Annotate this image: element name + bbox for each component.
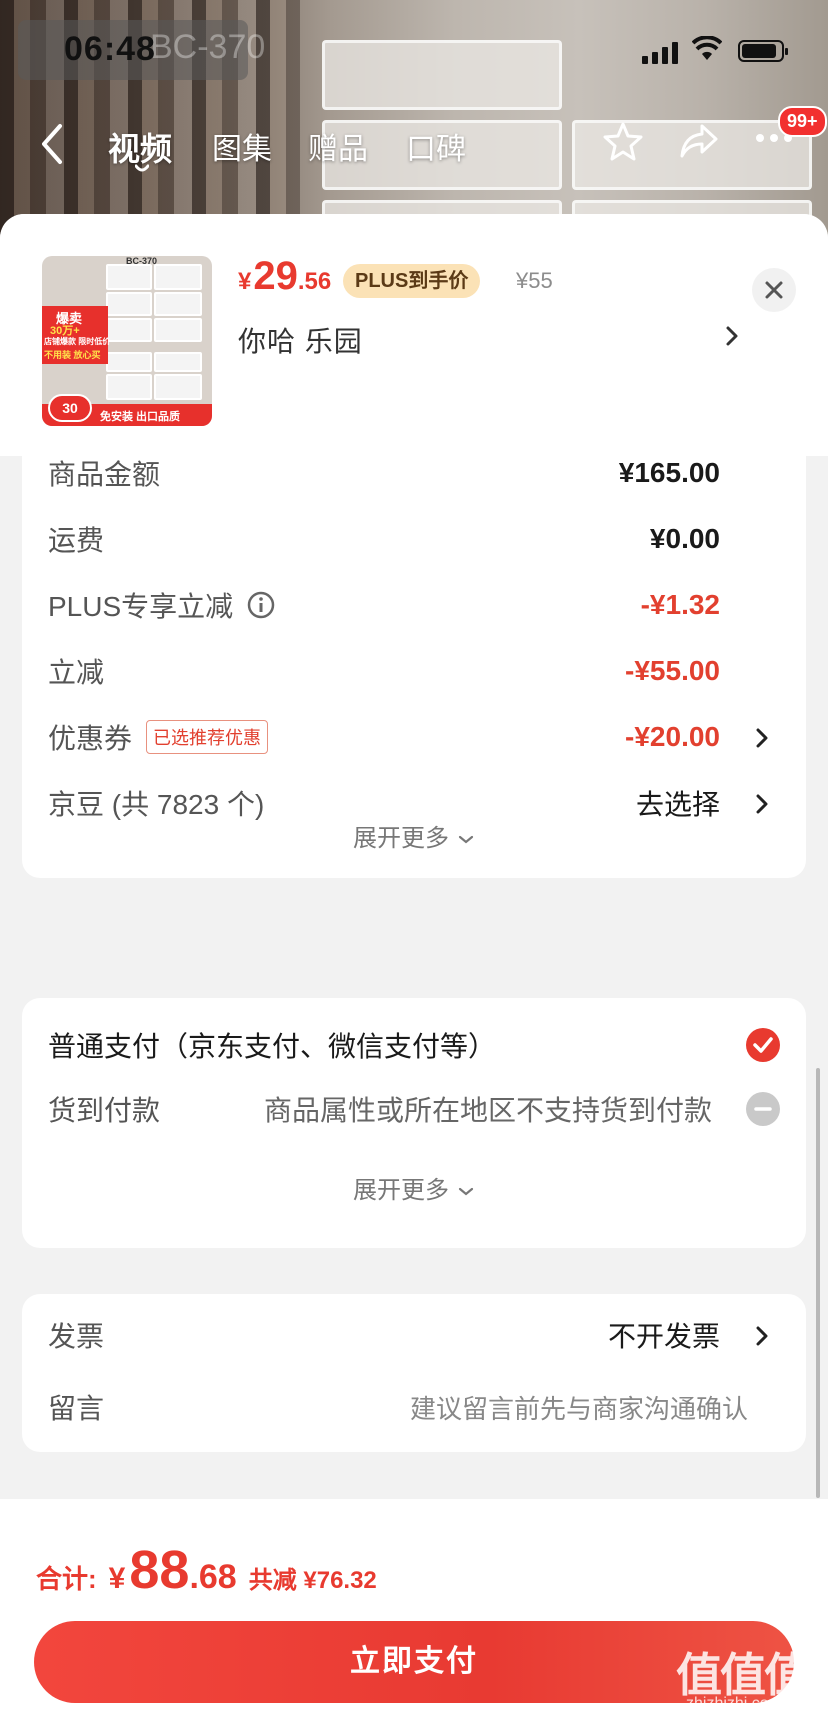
disabled-icon	[746, 1092, 780, 1126]
chevron-down-icon	[458, 835, 474, 844]
fee-row: 商品金额 ¥165.00	[48, 457, 720, 490]
message-input[interactable]: 建议留言前先与商家沟通确认	[410, 1389, 748, 1426]
total-savings: 共减 ¥76.32	[248, 1567, 377, 1594]
tab-gifts[interactable]: 赠品	[308, 124, 368, 168]
star-icon[interactable]	[602, 120, 644, 162]
fee-row: 立减 -¥55.00	[48, 655, 720, 688]
expand-more-button[interactable]: 展开更多	[22, 818, 806, 853]
ghost-text: BC-370	[150, 28, 266, 66]
cod-unavailable-note: 商品属性或所在地区不支持货到付款	[263, 1095, 712, 1126]
payment-option-normal[interactable]: 普通支付（京东支付、微信支付等）	[48, 1020, 780, 1070]
close-button[interactable]	[752, 268, 796, 312]
invoice-message-card: 发票 不开发票 留言 建议留言前先与商家沟通确认	[22, 1294, 806, 1452]
thumb-code: BC-370	[126, 256, 158, 266]
chevron-right-icon	[756, 794, 768, 814]
back-arrow-icon[interactable]	[38, 122, 66, 166]
scrollbar[interactable]	[816, 1068, 820, 1498]
product-price: ¥ 29 .56	[238, 254, 332, 298]
fee-row: PLUS专享立减 -¥1.32	[48, 589, 720, 622]
wifi-icon	[692, 36, 722, 60]
chevron-right-icon	[756, 728, 768, 748]
checkout-footer: 合计: ¥ 88 .68 共减 ¥76.32 立即支付 值值值 zhizhizh…	[0, 1499, 828, 1720]
info-icon[interactable]	[247, 591, 275, 619]
active-tab-indicator	[135, 164, 149, 172]
expand-more-button[interactable]: 展开更多	[22, 1170, 806, 1205]
invoice-row[interactable]: 发票 不开发票	[48, 1310, 780, 1360]
product-header: BC-370 爆卖 30万+ 店铺爆款 限时低价 不用装 放心买 免安装 出口品…	[0, 214, 828, 456]
coupon-row[interactable]: 优惠券 已选推荐优惠 -¥20.00	[48, 712, 780, 762]
message-row[interactable]: 留言 建议留言前先与商家沟通确认	[48, 1382, 780, 1432]
signal-icon	[642, 40, 678, 64]
thumb-tag: 不用装 放心买	[44, 350, 101, 360]
total-amount: 合计: ¥ 88 .68 共减 ¥76.32	[36, 1540, 377, 1600]
close-icon	[765, 281, 783, 299]
tab-gallery[interactable]: 图集	[212, 124, 272, 168]
status-time: 06:48	[64, 30, 156, 68]
chevron-right-icon	[756, 1326, 768, 1346]
payment-method-card: 普通支付（京东支付、微信支付等） 货到付款 商品属性或所在地区不支持货到付款 展…	[22, 998, 806, 1248]
product-thumbnail[interactable]: BC-370 爆卖 30万+ 店铺爆款 限时低价 不用装 放心买 免安装 出口品…	[42, 256, 212, 426]
original-price: ¥55	[516, 268, 553, 293]
fee-row: 运费 ¥0.00	[48, 523, 720, 556]
thumb-badge: 30	[48, 394, 92, 422]
thumb-tag: 店铺爆款 限时低价	[44, 337, 111, 346]
plus-price-tag: PLUS到手价	[343, 264, 481, 298]
chevron-down-icon	[458, 1187, 474, 1196]
status-bar: BC-370 06:48	[0, 0, 828, 100]
chevron-right-icon[interactable]	[724, 324, 740, 348]
share-icon[interactable]	[678, 120, 720, 162]
watermark-url: zhizhizhi.com	[686, 1695, 783, 1712]
thumb-tag: 免安装 出口品质	[100, 411, 181, 423]
fee-summary-card: 商品金额 ¥165.00 运费 ¥0.00 PLUS专享立减 -¥1.32 立减…	[22, 432, 806, 878]
coupon-tag: 已选推荐优惠	[146, 720, 269, 754]
battery-icon	[738, 40, 788, 62]
shop-name[interactable]: 你哈 乐园	[238, 320, 363, 360]
checkout-sheet: BC-370 爆卖 30万+ 店铺爆款 限时低价 不用装 放心买 免安装 出口品…	[0, 214, 828, 1720]
checked-icon[interactable]	[746, 1028, 780, 1062]
tab-reviews[interactable]: 口碑	[406, 124, 466, 168]
payment-option-cod: 货到付款 商品属性或所在地区不支持货到付款	[48, 1084, 780, 1134]
notification-badge: 99+	[778, 106, 827, 137]
top-nav: 视频 图集 赠品 口碑 99+	[0, 106, 828, 180]
